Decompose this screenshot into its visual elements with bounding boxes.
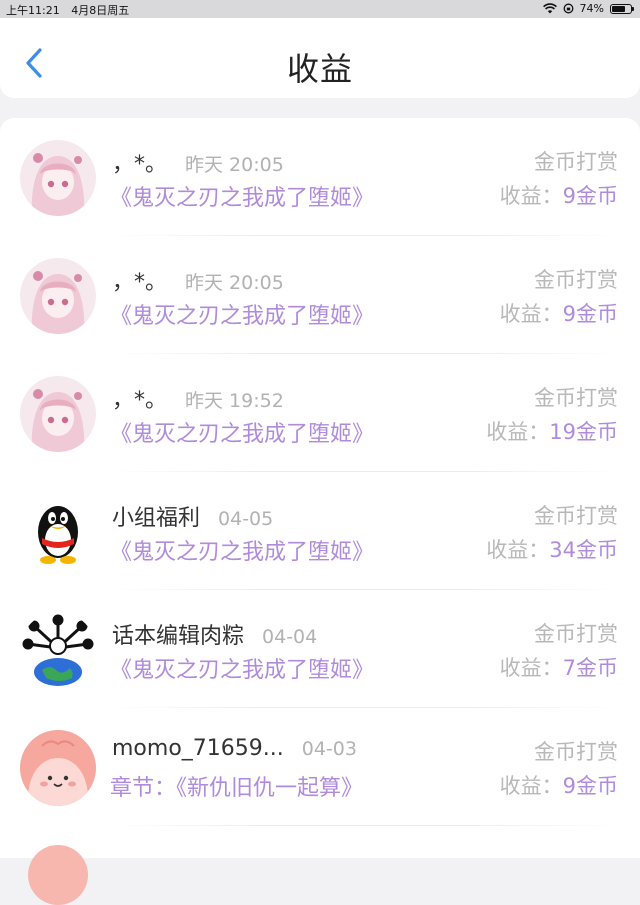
income-amount: 收益：9金币 bbox=[500, 180, 618, 210]
reward-time: 04-04 bbox=[262, 626, 318, 648]
reward-type: 金币打赏 bbox=[534, 622, 618, 646]
list-item[interactable]: ，*。 昨天 20:05 《鬼灭之刃之我成了堕姬》 金币打赏 收益：9金币 bbox=[0, 118, 640, 236]
income-label: 收益： bbox=[486, 538, 550, 562]
battery-icon bbox=[610, 3, 634, 14]
list-item[interactable]: momo_71659... 04-03 章节：《新仇旧仇一起算》 金币打赏 收益：… bbox=[0, 708, 640, 826]
page-title: 收益 bbox=[286, 50, 353, 88]
reward-type: 金币打赏 bbox=[534, 504, 618, 528]
reward-time: 04-05 bbox=[218, 508, 274, 530]
list-item[interactable]: ，*。 昨天 20:05 《鬼灭之刃之我成了堕姬》 金币打赏 收益：9金币 bbox=[0, 236, 640, 354]
work-title[interactable]: 《鬼灭之刃之我成了堕姬》 bbox=[110, 298, 374, 330]
income-label: 收益： bbox=[499, 656, 563, 680]
sender-name-text: ，*。 bbox=[112, 270, 168, 295]
work-title[interactable]: 《鬼灭之刃之我成了堕姬》 bbox=[110, 652, 374, 684]
sender-name: 话本编辑肉粽 04-04 bbox=[112, 618, 317, 650]
income-amount: 收益：34金币 bbox=[486, 534, 618, 564]
income-value: 19金币 bbox=[549, 420, 618, 444]
sender-name-text: ，*。 bbox=[112, 388, 168, 413]
nav-header: 收益 bbox=[0, 18, 640, 98]
income-value: 9金币 bbox=[562, 302, 618, 326]
reward-type: 金币打赏 bbox=[534, 386, 618, 410]
income-label: 收益： bbox=[499, 302, 563, 326]
earth-avatar[interactable] bbox=[20, 612, 96, 688]
sender-name-text: momo_71659... bbox=[112, 736, 284, 761]
anime-girl-avatar[interactable] bbox=[20, 376, 96, 452]
sender-name: momo_71659... 04-03 bbox=[112, 736, 357, 761]
list-item[interactable]: ，*。 昨天 19:52 《鬼灭之刃之我成了堕姬》 金币打赏 收益：19金币 bbox=[0, 354, 640, 472]
status-bar: 上午11:21 4月8日周五 74% bbox=[0, 0, 640, 18]
pink-blob-avatar[interactable] bbox=[20, 730, 96, 806]
sender-name: ，*。 昨天 20:05 bbox=[112, 146, 284, 178]
anime-girl-avatar[interactable] bbox=[20, 258, 96, 334]
income-value: 34金币 bbox=[549, 538, 618, 562]
reward-time: 04-03 bbox=[301, 738, 357, 760]
income-label: 收益： bbox=[499, 184, 563, 208]
work-title[interactable]: 《鬼灭之刃之我成了堕姬》 bbox=[110, 180, 374, 212]
anime-girl-avatar[interactable] bbox=[20, 140, 96, 216]
sender-name-text: 小组福利 bbox=[112, 506, 201, 531]
work-title[interactable]: 《鬼灭之刃之我成了堕姬》 bbox=[110, 416, 374, 448]
row-divider bbox=[110, 825, 620, 826]
income-label: 收益： bbox=[499, 774, 563, 798]
income-value: 9金币 bbox=[562, 774, 618, 798]
income-value: 7金币 bbox=[562, 656, 618, 680]
wifi-icon bbox=[542, 3, 557, 14]
status-time: 上午11:21 bbox=[6, 4, 60, 17]
list-item[interactable]: 话本编辑肉粽 04-04 《鬼灭之刃之我成了堕姬》 金币打赏 收益：7金币 bbox=[0, 590, 640, 708]
income-amount: 收益：9金币 bbox=[500, 770, 618, 800]
list-item[interactable]: 小组福利 04-05 《鬼灭之刃之我成了堕姬》 金币打赏 收益：34金币 bbox=[0, 472, 640, 590]
reward-time: 昨天 19:52 bbox=[185, 390, 284, 412]
reward-type: 金币打赏 bbox=[534, 740, 618, 764]
status-left: 上午11:21 4月8日周五 bbox=[6, 2, 137, 18]
income-amount: 收益：19金币 bbox=[486, 416, 618, 446]
reward-type: 金币打赏 bbox=[534, 268, 618, 292]
penguin-avatar[interactable] bbox=[20, 494, 96, 570]
battery-percent: 74% bbox=[579, 2, 604, 15]
work-title[interactable]: 《鬼灭之刃之我成了堕姬》 bbox=[110, 534, 374, 566]
reward-type: 金币打赏 bbox=[534, 150, 618, 174]
income-amount: 收益：9金币 bbox=[500, 298, 618, 328]
income-label: 收益： bbox=[486, 420, 550, 444]
income-list: ，*。 昨天 20:05 《鬼灭之刃之我成了堕姬》 金币打赏 收益：9金币 ，*。… bbox=[0, 118, 640, 858]
sender-name: ，*。 昨天 19:52 bbox=[112, 382, 284, 414]
income-value: 9金币 bbox=[562, 184, 618, 208]
sender-name-text: ，*。 bbox=[112, 152, 168, 177]
sender-name: 小组福利 04-05 bbox=[112, 500, 273, 532]
orientation-lock-icon bbox=[563, 3, 573, 14]
next-row-avatar[interactable] bbox=[28, 845, 88, 905]
status-date: 4月8日周五 bbox=[71, 4, 130, 17]
sender-name: ，*。 昨天 20:05 bbox=[112, 264, 284, 296]
battery-fill bbox=[612, 5, 626, 12]
reward-time: 昨天 20:05 bbox=[185, 154, 284, 176]
status-right: 74% bbox=[542, 2, 634, 15]
income-amount: 收益：7金币 bbox=[500, 652, 618, 682]
chapter-title[interactable]: 章节：《新仇旧仇一起算》 bbox=[110, 770, 363, 802]
sender-name-text: 话本编辑肉粽 bbox=[112, 624, 245, 649]
reward-time: 昨天 20:05 bbox=[185, 272, 284, 294]
